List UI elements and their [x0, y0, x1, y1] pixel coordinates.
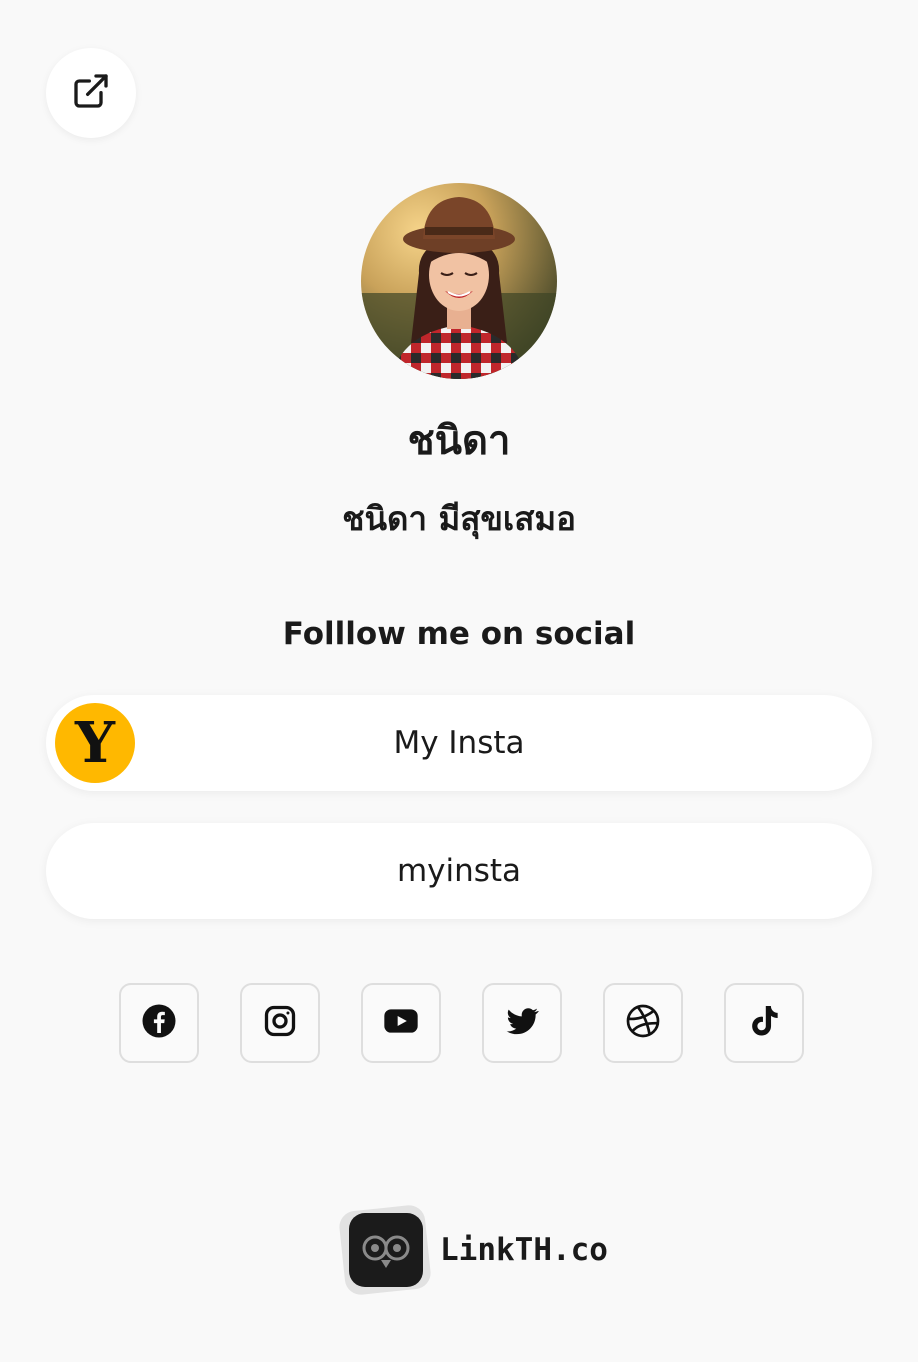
section-heading: Folllow me on social	[282, 616, 636, 652]
owl-logo-icon	[337, 1203, 433, 1297]
avatar	[361, 183, 557, 379]
link-label: My Insta	[393, 725, 525, 761]
link-button-myinsta[interactable]: myinsta	[46, 823, 872, 919]
instagram-icon	[262, 1003, 298, 1043]
tiktok-icon	[746, 1003, 782, 1043]
share-button[interactable]	[46, 48, 136, 138]
brand-name: LinkTH.co	[440, 1232, 608, 1268]
profile-full-name: ชนิดา มีสุขเสมอ	[342, 499, 576, 538]
social-button-youtube[interactable]	[361, 983, 441, 1063]
profile-name: ชนิดา	[407, 418, 511, 464]
link-button-my-insta[interactable]: Y My Insta	[46, 695, 872, 791]
social-button-twitter[interactable]	[482, 983, 562, 1063]
social-button-instagram[interactable]	[240, 983, 320, 1063]
dribbble-icon	[625, 1003, 661, 1043]
social-button-dribbble[interactable]	[603, 983, 683, 1063]
facebook-icon	[141, 1003, 177, 1043]
youtube-icon	[381, 1001, 421, 1045]
twitter-icon	[503, 1002, 541, 1044]
social-button-tiktok[interactable]	[724, 983, 804, 1063]
external-link-icon	[71, 71, 111, 115]
link-thumbnail: Y	[55, 703, 135, 783]
link-label: myinsta	[396, 853, 522, 889]
brand-footer[interactable]: LinkTH.co	[337, 1203, 608, 1297]
social-button-facebook[interactable]	[119, 983, 199, 1063]
social-icons-row	[119, 983, 804, 1063]
